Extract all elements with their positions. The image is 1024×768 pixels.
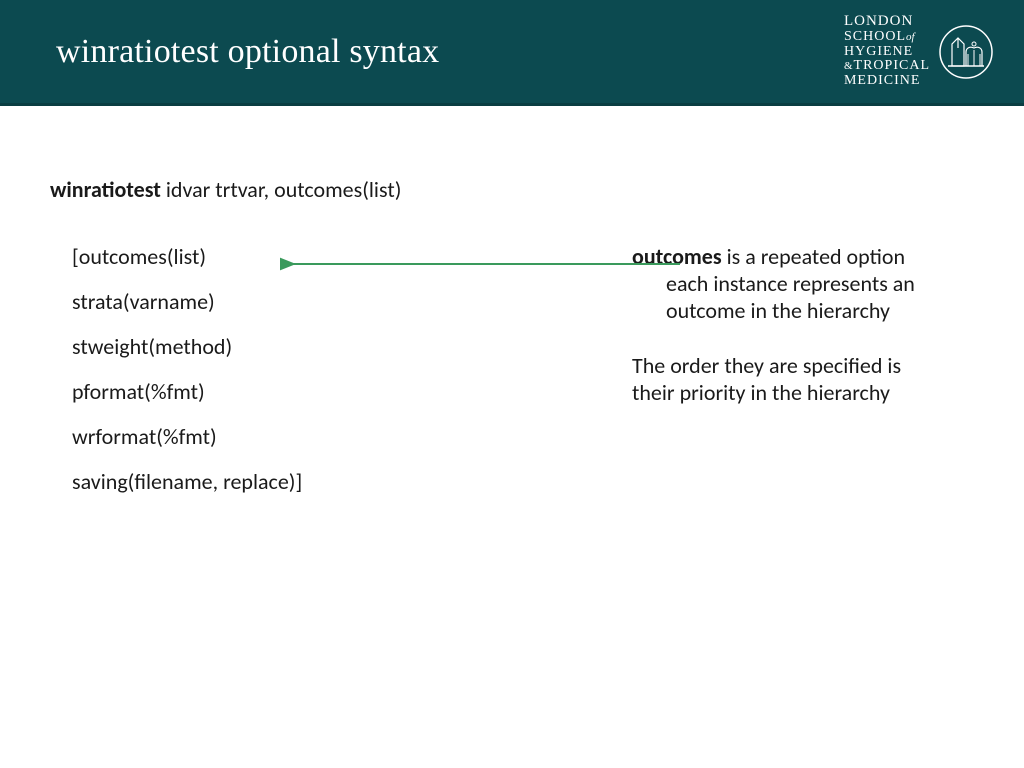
- explanation-column: outcomes is a repeated option each insta…: [632, 243, 974, 495]
- option-item: pformat(%fmt): [72, 378, 592, 405]
- command-args: idvar trtvar, outcomes(list): [161, 176, 401, 203]
- options-list: [outcomes(list) strata(varname) stweight…: [50, 243, 592, 495]
- slide-title: winratiotest optional syntax: [56, 33, 439, 71]
- option-item: wrformat(%fmt): [72, 423, 592, 450]
- slide-body: winratiotest idvar trtvar, outcomes(list…: [0, 106, 1024, 495]
- option-item: [outcomes(list): [72, 243, 592, 270]
- logo-text: LONDON SCHOOLof HYGIENE &TROPICAL MEDICI…: [844, 14, 930, 89]
- command-line: winratiotest idvar trtvar, outcomes(list…: [50, 176, 974, 203]
- body-columns: [outcomes(list) strata(varname) stweight…: [50, 243, 974, 495]
- institution-logo: LONDON SCHOOLof HYGIENE &TROPICAL MEDICI…: [844, 14, 994, 89]
- explanation-para-1: outcomes is a repeated option each insta…: [632, 243, 974, 324]
- option-item: strata(varname): [72, 288, 592, 315]
- option-item: saving(filename, replace)]: [72, 468, 592, 495]
- option-item: stweight(method): [72, 333, 592, 360]
- logo-seal-icon: [938, 24, 994, 80]
- slide-header: winratiotest optional syntax LONDON SCHO…: [0, 0, 1024, 106]
- command-name: winratiotest: [50, 176, 161, 203]
- explanation-para-2: The order they are specified is their pr…: [632, 352, 974, 406]
